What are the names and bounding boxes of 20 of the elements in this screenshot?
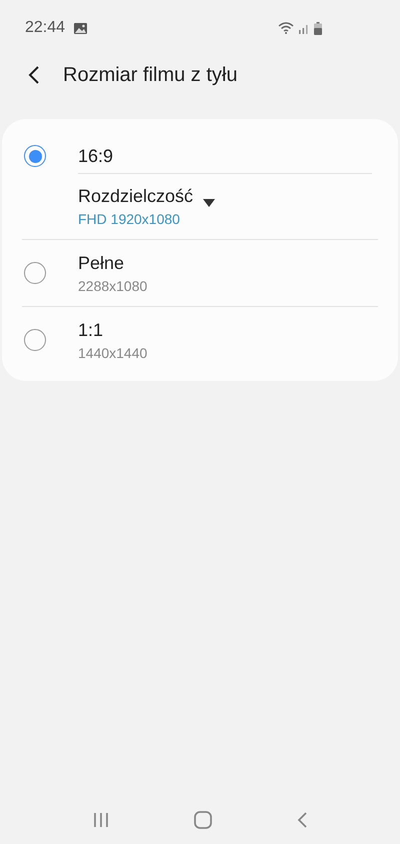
signal-icon — [298, 22, 310, 34]
setting-label[interactable]: Rozdzielczość — [78, 186, 194, 207]
home-icon[interactable] — [194, 811, 212, 829]
battery-icon — [314, 22, 322, 34]
page-title: Rozmiar filmu z tyłu — [63, 64, 238, 86]
option-detail: 1440x1440 — [78, 344, 148, 360]
dropdown-caret-icon[interactable] — [203, 198, 216, 206]
option-label[interactable]: 16:9 — [78, 146, 114, 166]
radio-button[interactable] — [24, 329, 46, 351]
status-time: 22:44 — [25, 19, 66, 37]
option-label[interactable]: Pełne — [78, 252, 148, 274]
option-detail: 2288x1080 — [78, 278, 148, 294]
image-icon — [74, 22, 88, 34]
wifi-icon — [278, 22, 294, 34]
radio-button[interactable] — [24, 262, 46, 284]
setting-value: FHD 1920x1080 — [78, 211, 181, 227]
recent-apps-icon[interactable] — [92, 813, 109, 827]
back-icon[interactable] — [297, 812, 308, 828]
option-label[interactable]: 1:1 — [78, 320, 148, 340]
radio-button[interactable] — [24, 145, 46, 167]
